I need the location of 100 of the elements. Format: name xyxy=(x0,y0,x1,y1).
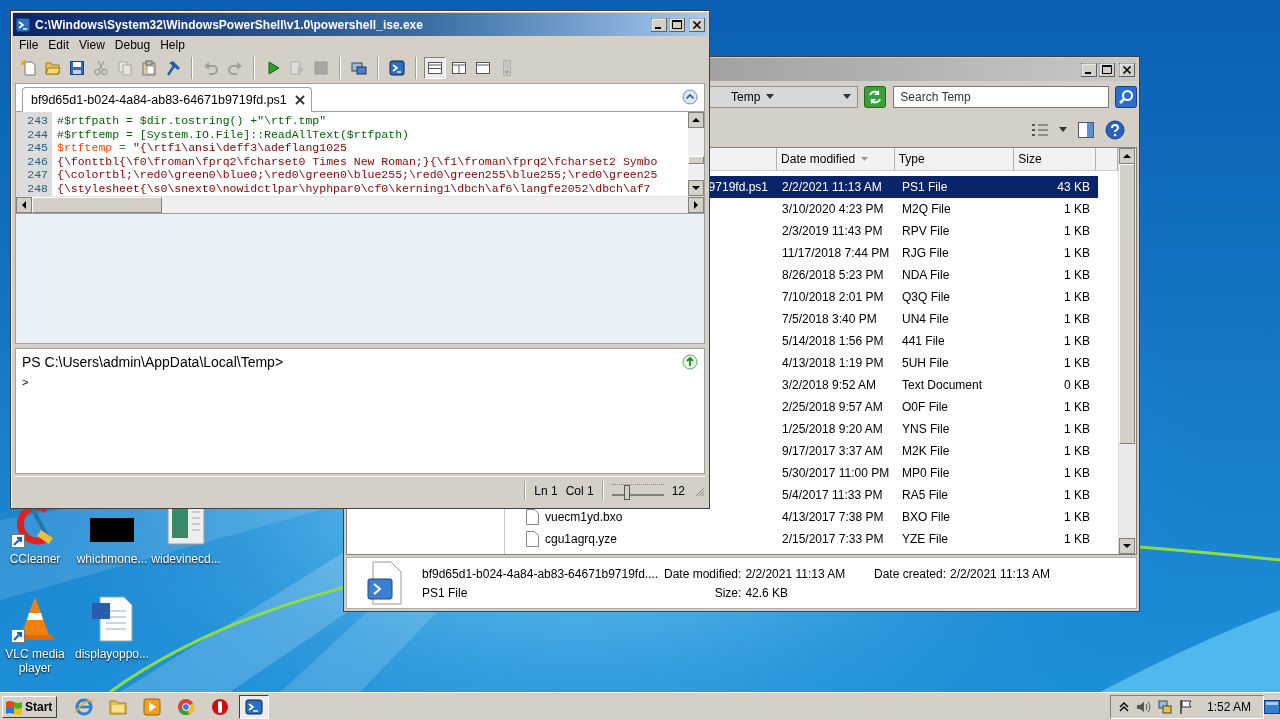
scroll-up-icon[interactable] xyxy=(682,354,698,370)
close-button[interactable] xyxy=(689,17,705,32)
dropdown-icon[interactable] xyxy=(843,94,852,100)
file-type: 5UH File xyxy=(902,356,949,370)
powershell-button[interactable] xyxy=(386,57,408,79)
file-type: Text Document xyxy=(902,378,983,392)
file-name: bf9d65d1-b024-4a84-ab83-64671b9719fd.... xyxy=(422,566,660,581)
file-size: 1 KB xyxy=(1064,466,1090,480)
file-row[interactable]: 2/3/2019 11:43 PM RPV File 1 KB xyxy=(710,220,1098,242)
file-type: YNS File xyxy=(902,422,950,436)
breadcrumb-item[interactable]: Temp xyxy=(731,90,761,104)
icon-label: VLC media player xyxy=(4,647,66,675)
code-line: $rtftemp = "{\rtf1\ansi\deff3\adeflang1025 xyxy=(57,141,347,155)
file-row[interactable]: vuecm1yd.bxo 4/13/2017 7:38 PM BXO File 1 KB xyxy=(505,506,1098,528)
file-row[interactable]: 7/10/2018 2:01 PM Q3Q File 1 KB xyxy=(710,286,1098,308)
line-number: 244 xyxy=(26,127,49,141)
line-number: 243 xyxy=(26,114,49,128)
maximize-button[interactable] xyxy=(1099,62,1115,77)
date-modified: 4/13/2018 1:19 PM xyxy=(782,356,884,370)
split-horizontal-button[interactable] xyxy=(424,57,446,79)
file-row[interactable]: 5/30/2017 11:00 PM MP0 File 1 KB xyxy=(710,462,1098,484)
icon-label: displayoppo... xyxy=(74,647,150,661)
file-type: PS1 File xyxy=(902,180,948,194)
column-header[interactable]: Type xyxy=(894,148,1015,170)
file-row[interactable]: 11/17/2018 7:44 PM RJG File 1 KB xyxy=(710,242,1098,264)
file-row[interactable]: cgu1agrq.yze 2/15/2017 7:33 PM YZE File 1 KB xyxy=(505,528,1098,550)
file-size: 1 KB xyxy=(1064,400,1090,414)
date-modified: 7/10/2018 2:01 PM xyxy=(782,290,884,304)
zoom-slider[interactable] xyxy=(611,481,664,501)
file-row[interactable]: 8/26/2018 5:23 PM NDA File 1 KB xyxy=(710,264,1098,286)
network-icon[interactable] xyxy=(1156,698,1173,715)
line-number: 247 xyxy=(26,168,49,182)
file-row[interactable]: 9719fd.ps1 2/2/2021 11:13 AM PS1 File 43 KB xyxy=(710,176,1098,198)
refresh-icon[interactable] xyxy=(864,86,887,108)
file-type: M2K File xyxy=(902,444,950,458)
flag-icon xyxy=(5,698,23,715)
view-list-icon[interactable] xyxy=(1031,122,1049,138)
file-row[interactable]: 9/17/2017 3:37 AM M2K File 1 KB xyxy=(710,440,1098,462)
minimize-button[interactable] xyxy=(1081,62,1097,77)
copy-icon xyxy=(117,60,133,76)
close-button[interactable] xyxy=(1119,62,1135,77)
file-size: 1 KB xyxy=(1064,356,1090,370)
file-row[interactable]: 2/25/2018 9:57 AM O0F File 1 KB xyxy=(710,396,1098,418)
menu-item[interactable]: Debug xyxy=(109,38,156,52)
file-size: 0 KB xyxy=(1064,378,1090,392)
menu-item[interactable]: View xyxy=(74,38,110,52)
file-tab[interactable]: bf9d65d1-b024-4a84-ab83-64671b9719fd.ps1 xyxy=(22,87,312,112)
file-row[interactable]: 3/2/2018 9:52 AM Text Document 0 KB xyxy=(710,374,1098,396)
resize-grip-icon xyxy=(693,485,705,497)
caret-icon[interactable] xyxy=(766,94,775,100)
property-label: Size: xyxy=(713,585,742,600)
flag-icon[interactable] xyxy=(1178,698,1193,715)
date-modified: 5/14/2018 1:56 PM xyxy=(782,334,884,348)
window-title: C:\Windows\System32\WindowsPowerShell\v1.0\powershell_ise.exe xyxy=(35,17,424,32)
menu-item[interactable]: File xyxy=(14,38,44,52)
file-row[interactable]: 3/10/2020 4:23 PM M2Q File 1 KB xyxy=(710,198,1098,220)
new-file-icon xyxy=(21,60,37,76)
column-indicator: Col 1 xyxy=(565,484,594,498)
close-icon[interactable] xyxy=(294,94,305,105)
split-vertical-icon xyxy=(451,60,467,76)
date-modified: 2/3/2019 11:43 PM xyxy=(782,224,883,238)
file-type: BXO File xyxy=(902,510,950,524)
column-header[interactable]: Date modified xyxy=(777,148,895,170)
help-icon[interactable] xyxy=(1105,120,1125,140)
scroll-thumb[interactable] xyxy=(1119,164,1135,444)
start-button[interactable]: Start xyxy=(2,695,58,718)
file-type: 441 File xyxy=(902,334,945,348)
preview-pane-icon[interactable] xyxy=(1077,121,1095,139)
run-selection-icon xyxy=(289,60,305,76)
file-row[interactable]: 7/5/2018 3:40 PM UN4 File 1 KB xyxy=(710,308,1098,330)
play-icon xyxy=(142,696,163,717)
redo-icon xyxy=(227,60,243,76)
taskbar-button[interactable] xyxy=(239,694,270,719)
file-row[interactable]: 1/25/2018 9:20 AM YNS File 1 KB xyxy=(710,418,1098,440)
file-type: RJG File xyxy=(902,246,949,260)
file-size: 1 KB xyxy=(1064,224,1090,238)
file-row[interactable]: 4/13/2018 1:19 PM 5UH File 1 KB xyxy=(710,352,1098,374)
search-field[interactable]: Search Temp xyxy=(893,86,1109,108)
search-icon[interactable] xyxy=(1115,86,1137,108)
scroll-thumb[interactable] xyxy=(32,197,162,213)
file-name: vuecm1yd.bxo xyxy=(545,510,623,524)
file-row[interactable]: 5/4/2017 11:33 PM RA5 File 1 KB xyxy=(710,484,1098,506)
icon-label: CCleaner xyxy=(9,552,61,566)
stop-icon xyxy=(313,60,329,76)
chevron-icon[interactable] xyxy=(1118,701,1129,712)
show-desktop-icon[interactable] xyxy=(1264,699,1280,714)
file-size: 1 KB xyxy=(1064,532,1090,546)
menu-item[interactable]: Help xyxy=(155,38,190,52)
caret-icon[interactable] xyxy=(1059,127,1067,133)
file-row[interactable]: 5/14/2018 1:56 PM 441 File 1 KB xyxy=(710,330,1098,352)
date-modified: 7/5/2018 3:40 PM xyxy=(782,312,877,326)
menu-item[interactable]: Edit xyxy=(43,38,75,52)
maximize-button[interactable] xyxy=(669,17,685,32)
minimize-button[interactable] xyxy=(651,17,667,32)
collapse-icon[interactable] xyxy=(682,89,698,105)
scroll-thumb[interactable] xyxy=(688,156,704,164)
clipboard-icon xyxy=(141,60,157,76)
tab-label: bf9d65d1-b024-4a84-ab83-64671b9719fd.ps1 xyxy=(31,92,287,107)
column-header[interactable]: Size xyxy=(1014,148,1097,170)
icon-label: widevinecd... xyxy=(151,552,221,566)
